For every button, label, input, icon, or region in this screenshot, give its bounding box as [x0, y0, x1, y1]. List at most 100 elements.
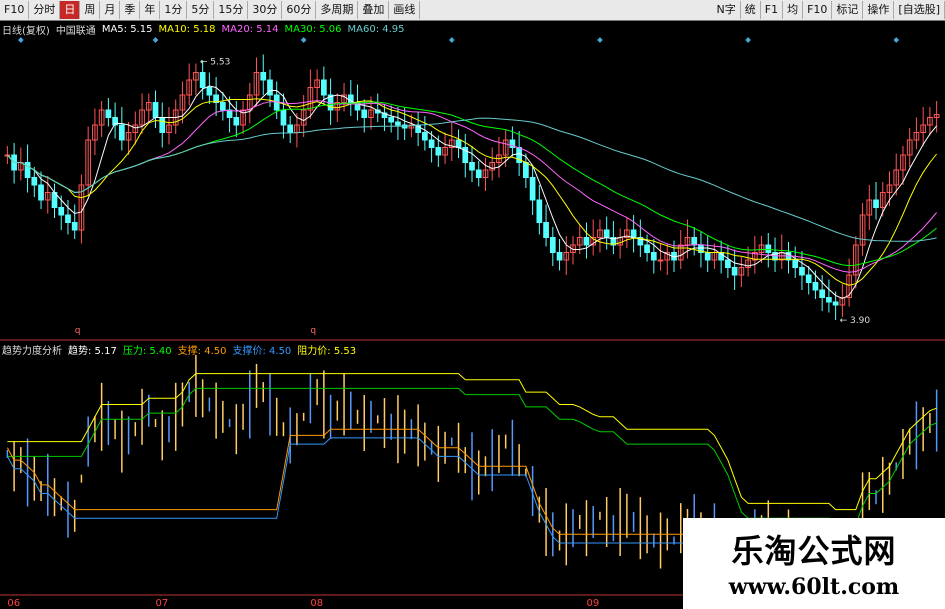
indicator-name: 日线(复权): [2, 25, 50, 37]
period-toolbar: F10 分时日周月季年 1分 5分 15分 30分 60分 多周期 叠加 画线 N字统 F1 均 F10…: [0, 0, 945, 21]
toolbar-right-group: N字统 F1 均 F10 标记 操作 [自选股]: [713, 1, 945, 19]
candle-body-78: [529, 177, 536, 201]
toolbar-button-8[interactable]: 5分: [187, 1, 215, 19]
candle-body-129: [873, 199, 879, 208]
toolbar-button-9[interactable]: 15分: [214, 1, 249, 19]
candle-body-123: [832, 301, 839, 306]
candle-body-29: [199, 72, 206, 88]
candle-body-53: [361, 109, 368, 118]
toolbar-button-14[interactable]: 画线: [389, 1, 421, 19]
ma-label-0: MA5: 5.15: [101, 23, 153, 35]
toolbar-button-6[interactable]: 年: [140, 1, 161, 19]
candle-body-117: [792, 259, 799, 268]
q-marker-0: q: [75, 326, 81, 336]
candle-body-102: [691, 237, 698, 246]
toolbar-right-button-6[interactable]: 操作: [863, 1, 895, 19]
candle-body-41: [280, 109, 287, 126]
candle-body-118: [799, 267, 805, 276]
x-tick-label-0: 06: [7, 598, 20, 609]
ma-line-30: [7, 101, 937, 267]
x-tick-label-2: 08: [310, 598, 323, 609]
candle-body-47: [320, 79, 327, 96]
toolbar-button-1[interactable]: 分时: [29, 1, 61, 19]
ma-label-3: MA30: 5.06: [284, 23, 342, 35]
candle-body-69: [469, 162, 475, 171]
candle-body-113: [765, 244, 772, 253]
sub-label-3: 支撑价: 4.50: [232, 345, 292, 357]
toolbar-button-2[interactable]: 日: [60, 1, 81, 19]
toolbar-right-button-4[interactable]: F10: [803, 1, 833, 19]
toolbar-right-button-7[interactable]: [自选股]: [894, 1, 945, 19]
sub-legend: 趋势: 5.17 压力: 5.40 支撑: 4.50 支撑价: 4.50 阻力价: 5.…: [68, 342, 356, 357]
candle-body-63: [428, 139, 435, 148]
candle-body-5: [38, 184, 44, 201]
candle-body-108: [731, 267, 738, 276]
ma-label-4: MA60: 4.95: [347, 23, 405, 35]
candle-body-42: [287, 124, 294, 133]
candle-body-3: [24, 162, 31, 178]
toolbar-button-3[interactable]: 周: [80, 1, 101, 19]
toolbar-right-button-1[interactable]: 统: [741, 1, 761, 19]
toolbar-button-4[interactable]: 月: [100, 1, 121, 19]
signal-dot-4: [597, 37, 603, 43]
toolbar-button-0[interactable]: F10: [0, 1, 30, 19]
toolbar-button-12[interactable]: 多周期: [316, 1, 359, 19]
candle-body-119: [805, 274, 812, 283]
toolbar-right-button-2[interactable]: F1: [761, 1, 784, 19]
toolbar-right-button-0[interactable]: N字: [713, 1, 741, 19]
stock-name: 中国联通: [55, 25, 96, 37]
signal-dot-6: [893, 37, 900, 43]
sub-label-2: 支撑: 4.50: [177, 345, 227, 357]
candle-body-82: [556, 252, 563, 261]
sub-label-1: 压力: 5.40: [122, 345, 172, 357]
ma-line-20: [7, 100, 937, 273]
candle-body-22: [152, 102, 159, 118]
candle-body-8: [58, 207, 65, 216]
candle-body-34: [233, 117, 240, 126]
candle-body-70: [475, 169, 482, 178]
candle-body-89: [603, 229, 610, 238]
candle-body-122: [826, 297, 832, 303]
candle-body-33: [226, 109, 233, 118]
candle-body-80: [543, 222, 549, 238]
x-tick-label-1: 07: [156, 598, 169, 609]
candle-body-58: [395, 121, 401, 126]
toolbar-right-button-3[interactable]: 均: [783, 1, 804, 19]
candle-body-38: [260, 72, 267, 81]
main-indicator-row: 日线(复权) 中国联通 MA5: 5.15 MA10: 5.18 MA20: 5.1…: [2, 22, 405, 37]
ma-legend: MA5: 5.15 MA10: 5.18 MA20: 5.14 MA30: 5.06 M…: [102, 24, 405, 35]
candle-body-77: [523, 162, 529, 178]
candle-body-9: [65, 214, 71, 223]
ma-label-2: MA20: 5.14: [221, 23, 279, 35]
toolbar-button-5[interactable]: 季: [120, 1, 141, 19]
toolbar-button-10[interactable]: 30分: [248, 1, 283, 19]
ma-line-10: [7, 98, 937, 286]
candle-body-10: [71, 222, 78, 231]
x-tick-label-3: 09: [586, 598, 599, 609]
high-annotation: ← 5.53: [200, 58, 230, 68]
toolbar-left-group: F10 分时日周月季年 1分 5分 15分 30分 60分 多周期 叠加 画线: [0, 1, 421, 19]
sub-label-4: 阻力价: 5.53: [297, 345, 357, 357]
toolbar-button-13[interactable]: 叠加: [358, 1, 390, 19]
candle-body-120: [812, 282, 819, 291]
toolbar-right-button-5[interactable]: 标记: [832, 1, 864, 19]
candle-body-39: [267, 79, 273, 96]
candle-body-86: [583, 237, 590, 246]
toolbar-button-11[interactable]: 60分: [282, 1, 317, 19]
watermark: 乐淘公式网 www.60lt.com: [683, 518, 945, 609]
sub-indicator-row: 趋势力度分析 趋势: 5.17 压力: 5.40 支撑: 4.50 支撑价: 4.50…: [2, 342, 356, 357]
watermark-title: 乐淘公式网: [731, 532, 897, 570]
candle-body-23: [159, 117, 166, 133]
candle-body-104: [704, 252, 711, 261]
toolbar-button-7[interactable]: 1分: [160, 1, 188, 19]
main-panel-grid: [18, 37, 900, 43]
candle-body-15: [105, 109, 112, 118]
signal-dot-0: [18, 37, 24, 43]
watermark-url: www.60lt.com: [728, 574, 900, 600]
candle-body-17: [118, 124, 125, 141]
signal-dot-3: [448, 37, 455, 43]
candle-body-97: [657, 259, 664, 262]
sub-indicator-name: 趋势力度分析: [2, 345, 62, 357]
candle-body-62: [422, 132, 428, 141]
candle-body-4: [31, 177, 38, 186]
